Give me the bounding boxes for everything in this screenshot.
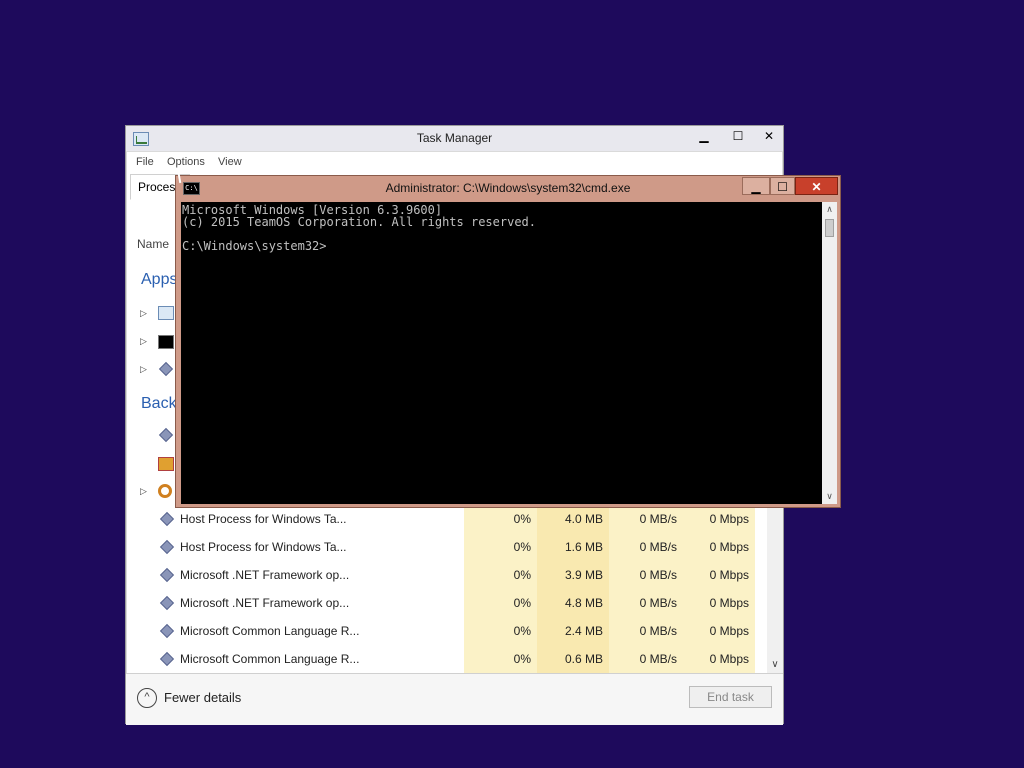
cmd-process-icon: [158, 335, 174, 349]
process-diamond-icon: [159, 651, 175, 667]
cmd-window[interactable]: C:\ Administrator: C:\Windows\system32\c…: [175, 175, 841, 508]
cpu-cell: 0%: [464, 505, 537, 533]
expand-arrow-icon[interactable]: ▷: [140, 364, 147, 375]
process-name: Host Process for Windows Ta...: [180, 512, 347, 526]
expand-arrow-icon[interactable]: ▷: [140, 336, 147, 347]
disk-cell: 0 MB/s: [609, 561, 683, 589]
cmd-scrollbar[interactable]: ∧ ∨: [822, 202, 837, 504]
disk-cell: 0 MB/s: [609, 505, 683, 533]
section-apps: Apps: [141, 271, 178, 288]
cmd-title: Administrator: C:\Windows\system32\cmd.e…: [385, 181, 631, 195]
column-header-name[interactable]: Name: [137, 237, 169, 251]
disk-cell: 0 MB/s: [609, 617, 683, 645]
maximize-button[interactable]: ☐: [721, 126, 755, 146]
scroll-thumb[interactable]: [825, 219, 834, 237]
network-cell: 0 Mbps: [683, 561, 755, 589]
process-name: Microsoft .NET Framework op...: [180, 568, 350, 582]
console-prompt: C:\Windows\system32>: [182, 239, 327, 253]
table-row[interactable]: Host Process for Windows Ta... 0% 1.6 MB…: [126, 533, 767, 561]
menu-view[interactable]: View: [218, 156, 242, 168]
cmd-titlebar[interactable]: C:\ Administrator: C:\Windows\system32\c…: [176, 176, 840, 201]
search-process-icon: [158, 484, 172, 498]
table-row[interactable]: Microsoft Common Language R... 0% 2.4 MB…: [126, 617, 767, 645]
process-list-scrollbar[interactable]: [767, 505, 783, 673]
process-name: Microsoft Common Language R...: [180, 624, 360, 638]
cpu-cell: 0%: [464, 533, 537, 561]
memory-cell: 0.6 MB: [537, 645, 609, 673]
task-manager-footer: ^ Fewer details End task: [126, 673, 783, 725]
close-button[interactable]: ✕: [755, 126, 783, 146]
expand-arrow-icon[interactable]: ▷: [140, 486, 147, 497]
section-background: Back: [141, 395, 177, 412]
process-diamond-icon: [159, 539, 175, 555]
process-app-icon: [158, 457, 174, 471]
scroll-down-icon[interactable]: ∨: [822, 489, 837, 504]
disk-cell: 0 MB/s: [609, 589, 683, 617]
process-diamond-icon: [158, 427, 174, 443]
fewer-details-link[interactable]: Fewer details: [164, 690, 241, 705]
memory-cell: 1.6 MB: [537, 533, 609, 561]
table-row[interactable]: Microsoft .NET Framework op... 0% 4.8 MB…: [126, 589, 767, 617]
cpu-cell: 0%: [464, 617, 537, 645]
scroll-up-icon[interactable]: ∧: [822, 202, 837, 217]
task-manager-process-icon: [158, 306, 174, 320]
memory-cell: 4.8 MB: [537, 589, 609, 617]
process-list: Host Process for Windows Ta... 0% 4.0 MB…: [126, 505, 767, 673]
process-name: Host Process for Windows Ta...: [180, 540, 347, 554]
cpu-cell: 0%: [464, 645, 537, 673]
process-diamond-icon: [159, 623, 175, 639]
chevron-up-icon[interactable]: ^: [137, 688, 157, 708]
task-manager-titlebar[interactable]: Task Manager ▁ ☐ ✕: [126, 126, 783, 152]
expand-arrow-icon[interactable]: ▷: [140, 308, 147, 319]
memory-cell: 2.4 MB: [537, 617, 609, 645]
mouse-cursor-icon: [176, 166, 194, 184]
network-cell: 0 Mbps: [683, 589, 755, 617]
table-row[interactable]: Microsoft .NET Framework op... 0% 3.9 MB…: [126, 561, 767, 589]
menu-file[interactable]: File: [136, 156, 154, 168]
menu-options[interactable]: Options: [167, 156, 205, 168]
memory-cell: 4.0 MB: [537, 505, 609, 533]
process-name: Microsoft Common Language R...: [180, 652, 360, 666]
process-diamond-icon: [159, 567, 175, 583]
process-diamond-icon: [159, 511, 175, 527]
network-cell: 0 Mbps: [683, 505, 755, 533]
menu-bar: File Options View: [126, 152, 783, 174]
process-diamond-icon: [158, 361, 174, 377]
console-line: (c) 2015 TeamOS Corporation. All rights …: [182, 215, 537, 229]
task-manager-title: Task Manager: [416, 131, 493, 145]
table-row[interactable]: Microsoft Common Language R... 0% 0.6 MB…: [126, 645, 767, 673]
cpu-cell: 0%: [464, 589, 537, 617]
minimize-button[interactable]: ▁: [687, 126, 721, 146]
disk-cell: 0 MB/s: [609, 533, 683, 561]
table-row[interactable]: Host Process for Windows Ta... 0% 4.0 MB…: [126, 505, 767, 533]
disk-cell: 0 MB/s: [609, 645, 683, 673]
cmd-maximize-button[interactable]: ☐: [770, 177, 795, 195]
process-diamond-icon: [159, 595, 175, 611]
cpu-cell: 0%: [464, 561, 537, 589]
network-cell: 0 Mbps: [683, 617, 755, 645]
console-output[interactable]: Microsoft Windows [Version 6.3.9600] (c)…: [181, 202, 822, 504]
network-cell: 0 Mbps: [683, 645, 755, 673]
cmd-close-button[interactable]: ✕: [795, 177, 838, 195]
scroll-down-icon[interactable]: ∨: [767, 657, 783, 673]
cmd-minimize-button[interactable]: ▁: [742, 177, 770, 195]
network-cell: 0 Mbps: [683, 533, 755, 561]
memory-cell: 3.9 MB: [537, 561, 609, 589]
process-name: Microsoft .NET Framework op...: [180, 596, 350, 610]
end-task-button[interactable]: End task: [689, 686, 772, 708]
